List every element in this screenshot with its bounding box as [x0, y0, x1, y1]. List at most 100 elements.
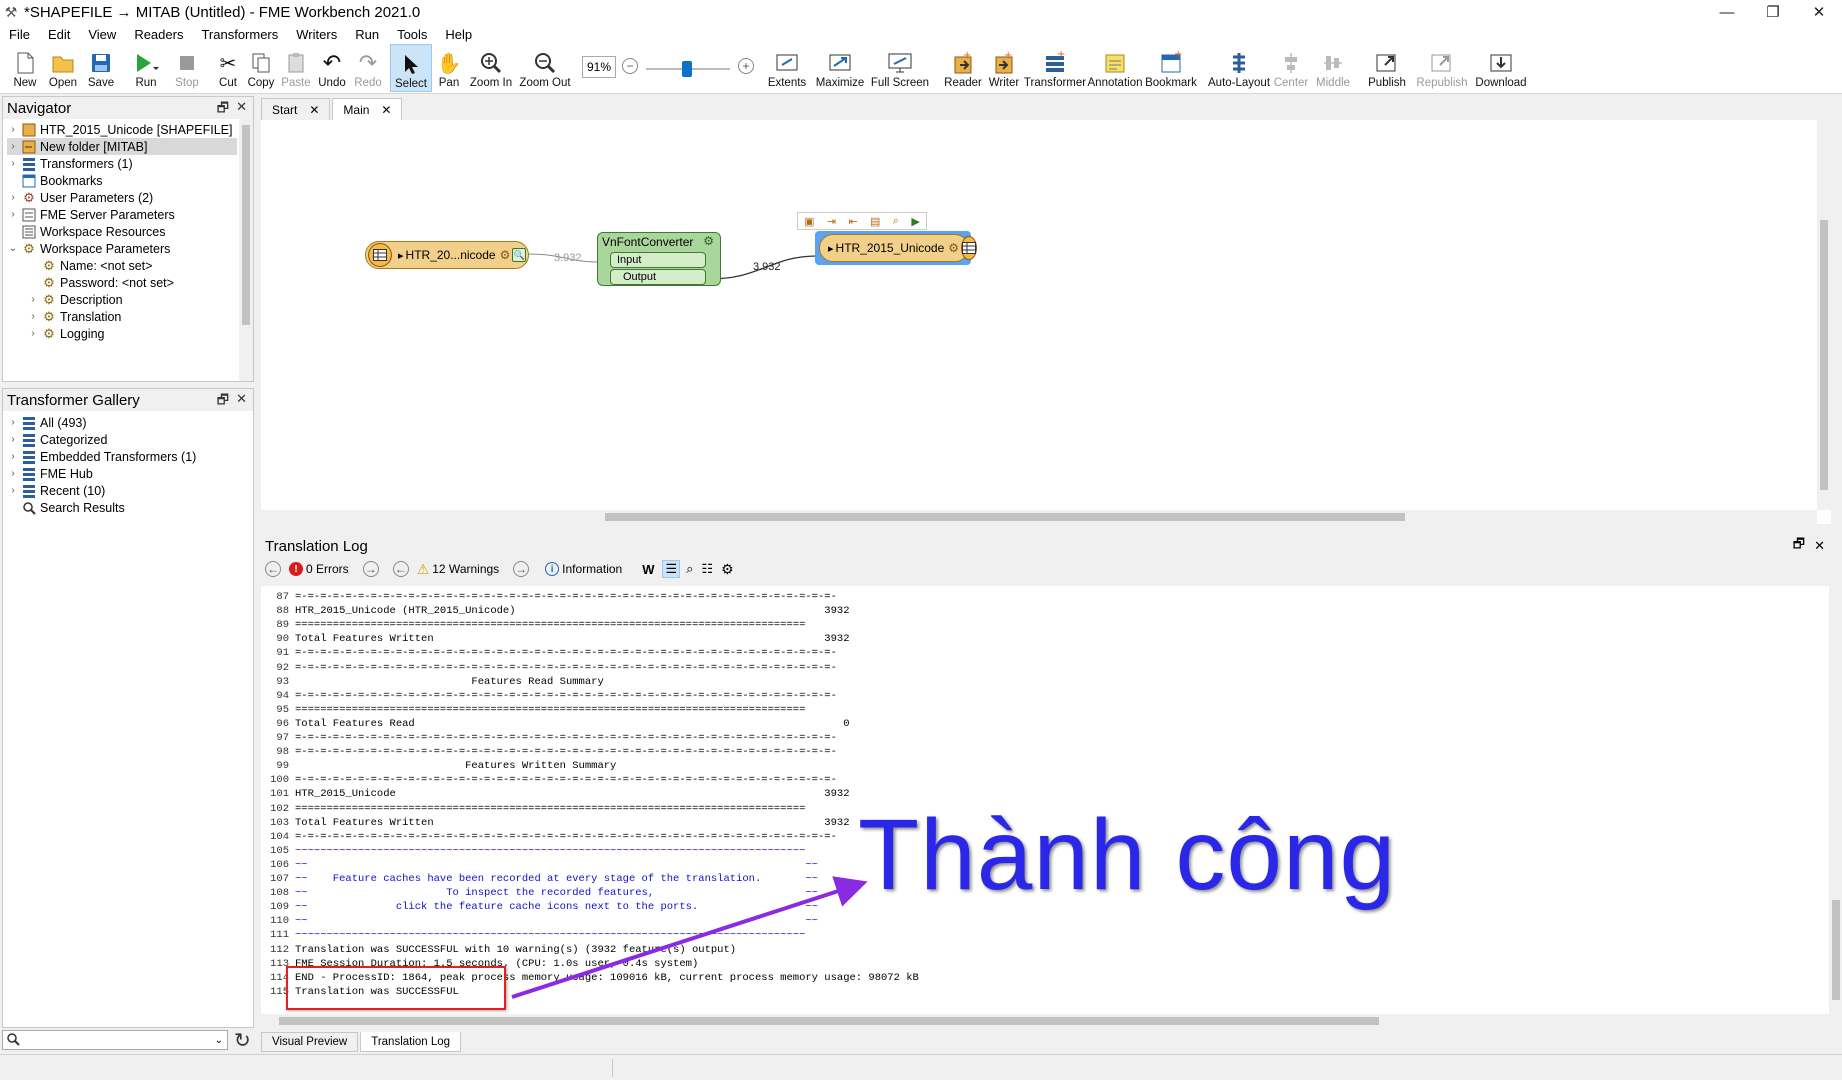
gallery-item-embedded[interactable]: › Embedded Transformers (1) — [7, 448, 237, 465]
run-to-icon[interactable]: ⇥ — [827, 215, 836, 228]
menu-edit[interactable]: Edit — [39, 27, 79, 42]
log-vscroll-thumb[interactable] — [1832, 900, 1840, 1000]
minimize-button[interactable]: — — [1704, 0, 1750, 24]
close-panel-icon[interactable]: ✕ — [236, 391, 247, 407]
chevron-down-icon[interactable]: ⌄ — [215, 1035, 223, 1046]
gallery-item-all[interactable]: › All (493) — [7, 414, 237, 431]
line-numbers-icon[interactable]: ☰ — [662, 560, 681, 578]
nav-item-user-parameters[interactable]: › ⚙ User Parameters (2) — [7, 189, 237, 206]
float-panel-icon[interactable]: 🗗 — [217, 391, 229, 413]
stop-button[interactable]: Stop — [168, 44, 206, 92]
redo-button[interactable]: ↷ Redo — [350, 44, 386, 92]
nav-item-transformers[interactable]: › Transformers (1) — [7, 155, 237, 172]
log-horizontal-scrollbar[interactable] — [261, 1014, 1829, 1028]
nav-item-logging[interactable]: › ⚙ Logging — [27, 325, 237, 342]
add-bookmark-button[interactable]: + Bookmark — [1144, 44, 1198, 92]
word-wrap-icon[interactable]: W — [642, 562, 654, 577]
zoom-in-button[interactable]: Zoom In — [466, 44, 516, 92]
menu-help[interactable]: Help — [436, 27, 481, 42]
run-from-icon[interactable]: ⇤ — [848, 215, 857, 228]
add-reader-button[interactable]: + Reader — [942, 44, 984, 92]
nav-item-writer[interactable]: › New folder [MITAB] — [7, 138, 237, 155]
inspect-icon[interactable]: ▣ — [804, 215, 814, 228]
close-panel-icon[interactable]: ✕ — [1814, 538, 1825, 554]
menu-run[interactable]: Run — [346, 27, 388, 42]
information-filter[interactable]: i Information — [545, 562, 622, 576]
zoom-slider-thumb[interactable] — [682, 61, 692, 77]
folder-icon[interactable]: ▤ — [870, 215, 880, 228]
publish-button[interactable]: Publish — [1362, 44, 1412, 92]
filter-list-icon[interactable]: ☷ — [701, 561, 713, 577]
close-tab-icon[interactable]: ✕ — [381, 103, 391, 117]
nav-item-workspace-resources[interactable]: Workspace Resources — [7, 223, 237, 240]
prev-warning-icon[interactable]: ← — [392, 561, 409, 577]
nav-item-description[interactable]: › ⚙ Description — [27, 291, 237, 308]
tab-translation-log[interactable]: Translation Log — [360, 1032, 462, 1052]
gallery-item-recent[interactable]: › Recent (10) — [7, 482, 237, 499]
settings-gear-icon[interactable]: ⚙ — [721, 561, 734, 578]
log-hscroll-thumb[interactable] — [279, 1017, 1379, 1025]
add-writer-button[interactable]: + Writer — [984, 44, 1024, 92]
zoom-minus-icon[interactable]: − — [622, 58, 638, 74]
refresh-icon[interactable]: ↻ — [234, 1028, 251, 1053]
menu-transformers[interactable]: Transformers — [192, 27, 287, 42]
menu-writers[interactable]: Writers — [287, 27, 346, 42]
new-button[interactable]: New — [6, 44, 44, 92]
feature-cache-icon[interactable]: 🔍 — [512, 248, 527, 262]
expand-arrow-icon[interactable]: ▸ — [828, 242, 834, 255]
download-button[interactable]: Download — [1472, 44, 1530, 92]
gallery-item-categorized[interactable]: › Categorized — [7, 431, 237, 448]
warnings-filter[interactable]: ⚠ 12 Warnings — [417, 561, 499, 578]
nav-item-server-parameters[interactable]: › FME Server Parameters — [7, 206, 237, 223]
tab-start[interactable]: Start ✕ — [261, 98, 331, 120]
navigator-scrollbar[interactable] — [239, 119, 253, 381]
menu-tools[interactable]: Tools — [388, 27, 436, 42]
canvas-horizontal-scrollbar[interactable] — [261, 510, 1817, 524]
input-port[interactable]: Input — [610, 252, 706, 268]
full-screen-button[interactable]: Full Screen — [868, 44, 932, 92]
gear-icon[interactable]: ⚙ — [948, 241, 959, 255]
zoom-level-field[interactable]: 91% — [582, 56, 616, 78]
output-port[interactable]: Output — [610, 269, 706, 285]
close-tab-icon[interactable]: ✕ — [309, 103, 319, 117]
tab-main[interactable]: Main ✕ — [332, 98, 403, 120]
middle-button[interactable]: Middle — [1312, 44, 1354, 92]
canvas-vscroll-thumb[interactable] — [1820, 220, 1828, 490]
feature-cache-icon[interactable]: ⌕ — [893, 215, 899, 228]
add-transformer-button[interactable]: + Transformer — [1024, 44, 1086, 92]
republish-button[interactable]: Republish — [1412, 44, 1472, 92]
nav-item-translation[interactable]: › ⚙ Translation — [27, 308, 237, 325]
gallery-search-input[interactable] — [20, 1032, 215, 1048]
extents-button[interactable]: Extents — [762, 44, 812, 92]
center-button[interactable]: Center — [1270, 44, 1312, 92]
add-annotation-button[interactable]: Annotation — [1086, 44, 1144, 92]
expand-arrow-icon[interactable]: ▸ — [398, 249, 404, 262]
open-button[interactable]: Open — [44, 44, 82, 92]
zoom-slider[interactable] — [638, 44, 738, 92]
next-error-icon[interactable]: → — [362, 561, 379, 577]
next-warning-icon[interactable]: → — [513, 561, 530, 577]
navigator-scroll-thumb[interactable] — [242, 125, 250, 325]
writer-feature-type-node[interactable]: ▸ HTR_2015_Unicode ⚙ — [819, 234, 978, 262]
menu-file[interactable]: File — [0, 27, 39, 42]
maximize-button[interactable]: Maximize — [812, 44, 868, 92]
play-icon[interactable]: ▶ — [911, 215, 919, 228]
cut-button[interactable]: ✂ Cut — [212, 44, 244, 92]
paste-button[interactable]: Paste — [278, 44, 314, 92]
pan-tool-button[interactable]: ✋ Pan — [432, 44, 466, 92]
find-icon[interactable]: ⌕ — [686, 561, 693, 577]
canvas-vertical-scrollbar[interactable] — [1817, 120, 1831, 510]
zoom-out-button[interactable]: Zoom Out — [516, 44, 574, 92]
menu-view[interactable]: View — [79, 27, 125, 42]
menu-readers[interactable]: Readers — [125, 27, 192, 42]
zoom-plus-icon[interactable]: + — [738, 58, 754, 74]
float-panel-icon[interactable]: 🗗 — [217, 99, 229, 121]
restore-button[interactable]: ❐ — [1750, 0, 1796, 24]
run-button[interactable]: Run — [124, 44, 168, 92]
undo-button[interactable]: ↶ Undo — [314, 44, 350, 92]
auto-layout-button[interactable]: Auto-Layout — [1208, 44, 1270, 92]
canvas-hscroll-thumb[interactable] — [605, 513, 1405, 521]
prev-error-icon[interactable]: ← — [265, 561, 281, 577]
nav-item-workspace-parameters[interactable]: ⌄ ⚙ Workspace Parameters — [7, 240, 237, 257]
nav-item-password-param[interactable]: ⚙ Password: <not set> — [27, 274, 237, 291]
